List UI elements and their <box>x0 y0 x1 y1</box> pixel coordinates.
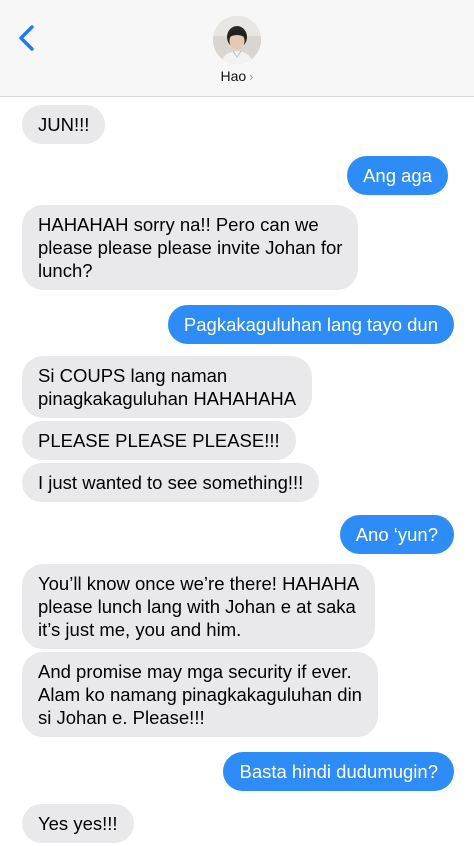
outgoing-message[interactable]: Ano ‘yun? <box>339 515 454 554</box>
chevron-left-icon <box>19 25 34 51</box>
conversation-header: Hao › <box>0 0 474 97</box>
incoming-message[interactable]: You’ll know once we’re there! HAHAHA ple… <box>22 564 376 649</box>
profile-photo <box>213 16 261 64</box>
outgoing-message[interactable]: Pagkakaguluhan lang tayo dun <box>167 305 454 344</box>
incoming-message[interactable]: JUN!!! <box>22 105 106 144</box>
incoming-message[interactable]: Si COUPS lang naman pinagkakaguluhan HAH… <box>22 356 313 418</box>
incoming-message[interactable]: HAHAHAH sorry na!! Pero can we please pl… <box>22 205 359 290</box>
incoming-message[interactable]: PLEASE PLEASE PLEASE!!! <box>22 421 296 460</box>
outgoing-message[interactable]: Ang aga <box>347 156 448 195</box>
chevron-right-icon: › <box>249 69 254 84</box>
contact-name-button[interactable]: Hao › <box>0 68 474 84</box>
outgoing-message[interactable]: Basta hindi dudumugin? <box>223 752 454 791</box>
incoming-message[interactable]: I just wanted to see something!!! <box>22 463 320 502</box>
avatar[interactable] <box>213 16 261 64</box>
back-button[interactable] <box>14 22 42 54</box>
contact-name: Hao <box>220 68 247 84</box>
incoming-message[interactable]: And promise may mga security if ever. Al… <box>22 652 378 737</box>
incoming-message[interactable]: Yes yes!!! <box>22 804 134 843</box>
